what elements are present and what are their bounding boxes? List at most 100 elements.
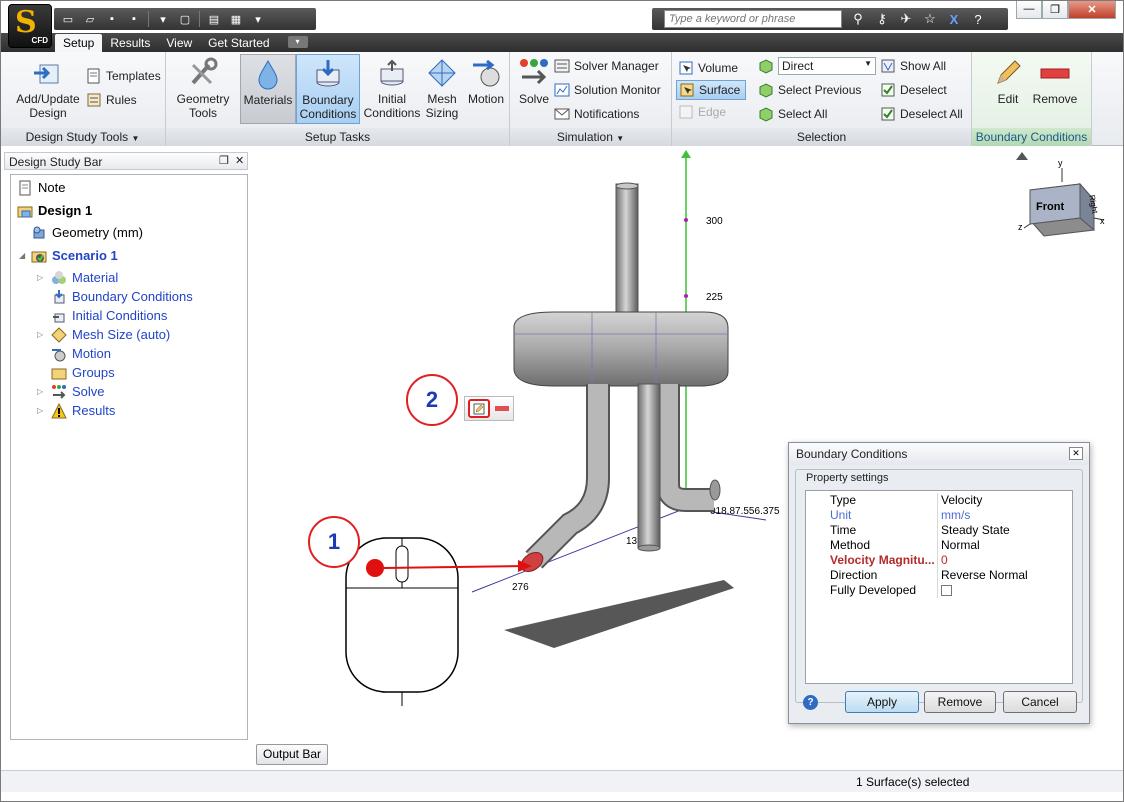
subscription-icon[interactable]: ✈ [898, 11, 914, 27]
restore-icon[interactable]: ❐ [1042, 0, 1068, 19]
remove-bc-button[interactable] [495, 406, 509, 411]
tree-item-mesh-size[interactable]: Mesh Size (auto) [51, 325, 170, 344]
axis-label-276: 276 [512, 582, 529, 593]
apply-button[interactable]: Apply [845, 691, 919, 713]
view-icon[interactable]: ▢ [177, 11, 193, 27]
home-view-icon[interactable] [1016, 152, 1028, 160]
remove-button[interactable]: Remove [1030, 54, 1080, 124]
save-icon[interactable]: ▪ [104, 11, 120, 27]
tree-item-scenario[interactable]: Scenario 1 [31, 246, 118, 265]
viewcube-x-label: x [1100, 216, 1105, 226]
prop-row-type[interactable]: Type Velocity [806, 493, 1072, 508]
motion-button[interactable]: Motion [464, 54, 508, 124]
edit-bc-button[interactable] [468, 399, 490, 418]
expand-arrow-icon[interactable]: ▷ [37, 406, 43, 415]
show-all-icon [881, 59, 895, 73]
tree-item-results[interactable]: Results [51, 401, 115, 420]
prop-row-velocity-magnitude[interactable]: Velocity Magnitu... 0 [806, 553, 1072, 568]
tab-results[interactable]: Results [102, 34, 158, 52]
dialog-close-icon[interactable]: ✕ [1069, 447, 1083, 460]
templates-button[interactable]: Templates [86, 66, 161, 86]
panel-title-selection: Selection [672, 128, 971, 146]
tab-view[interactable]: View [158, 34, 200, 52]
customize-qat-icon[interactable]: ▾ [250, 11, 266, 27]
prop-row-unit[interactable]: Unit mm/s [806, 508, 1072, 523]
boundary-conditions-button[interactable]: Boundary Conditions [296, 54, 360, 124]
note-icon [19, 180, 31, 195]
tree-item-boundary-conditions[interactable]: Boundary Conditions [51, 287, 193, 306]
prop-row-time[interactable]: Time Steady State [806, 523, 1072, 538]
tree-item-material[interactable]: Material [51, 268, 118, 287]
panel-title-setup-tasks: Setup Tasks [166, 128, 509, 146]
viewcube[interactable]: Front Right y x z [1016, 152, 1105, 237]
tab-get-started[interactable]: Get Started [200, 34, 277, 52]
fully-developed-checkbox[interactable] [941, 585, 952, 596]
select-previous-button[interactable]: Select Previous [758, 80, 861, 100]
prop-row-direction[interactable]: Direction Reverse Normal [806, 568, 1072, 583]
expand-arrow-icon[interactable]: ▷ [37, 273, 43, 282]
add-update-design-button[interactable]: Add/Update Design [8, 54, 88, 124]
surface-button[interactable]: Surface [676, 80, 746, 100]
solution-monitor-button[interactable]: Solution Monitor [554, 80, 661, 100]
tree-item-initial-conditions[interactable]: Initial Conditions [51, 306, 167, 325]
help-icon[interactable]: ? [803, 695, 818, 710]
select-icon[interactable]: ▾ [155, 11, 171, 27]
initial-conditions-button[interactable]: Initial Conditions [362, 54, 422, 124]
expand-arrow-icon[interactable]: ▷ [37, 330, 43, 339]
help-icon[interactable]: ? [970, 11, 986, 27]
window-layout-icon[interactable]: ▤ [206, 11, 222, 27]
tree-item-design[interactable]: Design 1 [17, 201, 92, 220]
materials-button[interactable]: Materials [240, 54, 296, 124]
output-bar-button[interactable]: Output Bar [256, 744, 328, 765]
mouse-diagram [345, 537, 459, 706]
settings-icon[interactable]: ▦ [228, 11, 244, 27]
cancel-button[interactable]: Cancel [1003, 691, 1077, 713]
deselect-button[interactable]: Deselect [880, 80, 947, 100]
tree-item-groups[interactable]: Groups [51, 363, 115, 382]
key-icon[interactable]: ⚷ [874, 11, 890, 27]
exchange-icon[interactable]: X [946, 11, 962, 27]
axis-label-225: 225 [706, 292, 723, 303]
expand-arrow-icon[interactable]: ▷ [37, 387, 43, 396]
solve-button[interactable]: Solve [514, 54, 554, 124]
app-menu-button[interactable]: S CFD [8, 4, 52, 48]
float-panel-icon[interactable]: ❐ [219, 154, 229, 167]
show-all-button[interactable]: Show All [880, 56, 946, 76]
notifications-button[interactable]: Notifications [554, 104, 639, 124]
prop-row-method[interactable]: Method Normal [806, 538, 1072, 553]
open-folder-icon[interactable]: ▱ [82, 11, 98, 27]
close-panel-icon[interactable]: ✕ [235, 154, 244, 167]
select-all-button[interactable]: Select All [758, 104, 827, 124]
binoculars-icon[interactable]: ⚲ [850, 11, 866, 27]
tree-item-motion[interactable]: Motion [51, 344, 111, 363]
edit-button[interactable]: Edit [986, 54, 1030, 124]
ribbon-minimize-button[interactable]: ▾ [287, 36, 308, 48]
favorites-star-icon[interactable]: ☆ [922, 11, 938, 27]
tree-item-geometry[interactable]: Geometry (mm) [31, 223, 143, 242]
quick-access-toolbar: ▭ ▱ ▪ ▪ ▾ ▢ ▤ ▦ ▾ [54, 8, 316, 30]
panel-boundary-conditions: Edit Remove Boundary Conditions [972, 52, 1092, 146]
new-file-icon[interactable]: ▭ [60, 11, 76, 27]
deselect-all-button[interactable]: Deselect All [880, 104, 963, 124]
tree-item-note[interactable]: Note [17, 178, 65, 197]
panel-title-design-study-tools[interactable]: Design Study Tools ▼ [0, 128, 165, 146]
volume-button[interactable]: Volume [676, 58, 746, 78]
center-pipe [637, 383, 661, 549]
minimize-icon[interactable]: — [1016, 0, 1042, 19]
rules-button[interactable]: Rules [86, 90, 137, 110]
collapse-arrow-icon[interactable]: ◢ [19, 251, 25, 260]
remove-dialog-button[interactable]: Remove [924, 691, 996, 713]
solver-manager-button[interactable]: Solver Manager [554, 56, 659, 76]
property-settings-label: Property settings [806, 472, 889, 484]
tree-item-solve[interactable]: Solve [51, 382, 105, 401]
close-icon[interactable]: ✕ [1068, 0, 1116, 19]
tab-setup[interactable]: Setup [55, 34, 103, 52]
search-input[interactable] [664, 10, 842, 28]
save-as-icon[interactable]: ▪ [126, 11, 142, 27]
mesh-sizing-button[interactable]: Mesh Sizing [422, 54, 462, 124]
selection-mode-dropdown[interactable]: Direct ▼ [758, 56, 876, 76]
edge-button[interactable]: Edge [676, 102, 746, 122]
prop-row-fully-developed[interactable]: Fully Developed [806, 583, 1072, 598]
geometry-tools-button[interactable]: Geometry Tools [172, 54, 234, 124]
panel-title-simulation[interactable]: Simulation ▼ [510, 128, 671, 146]
